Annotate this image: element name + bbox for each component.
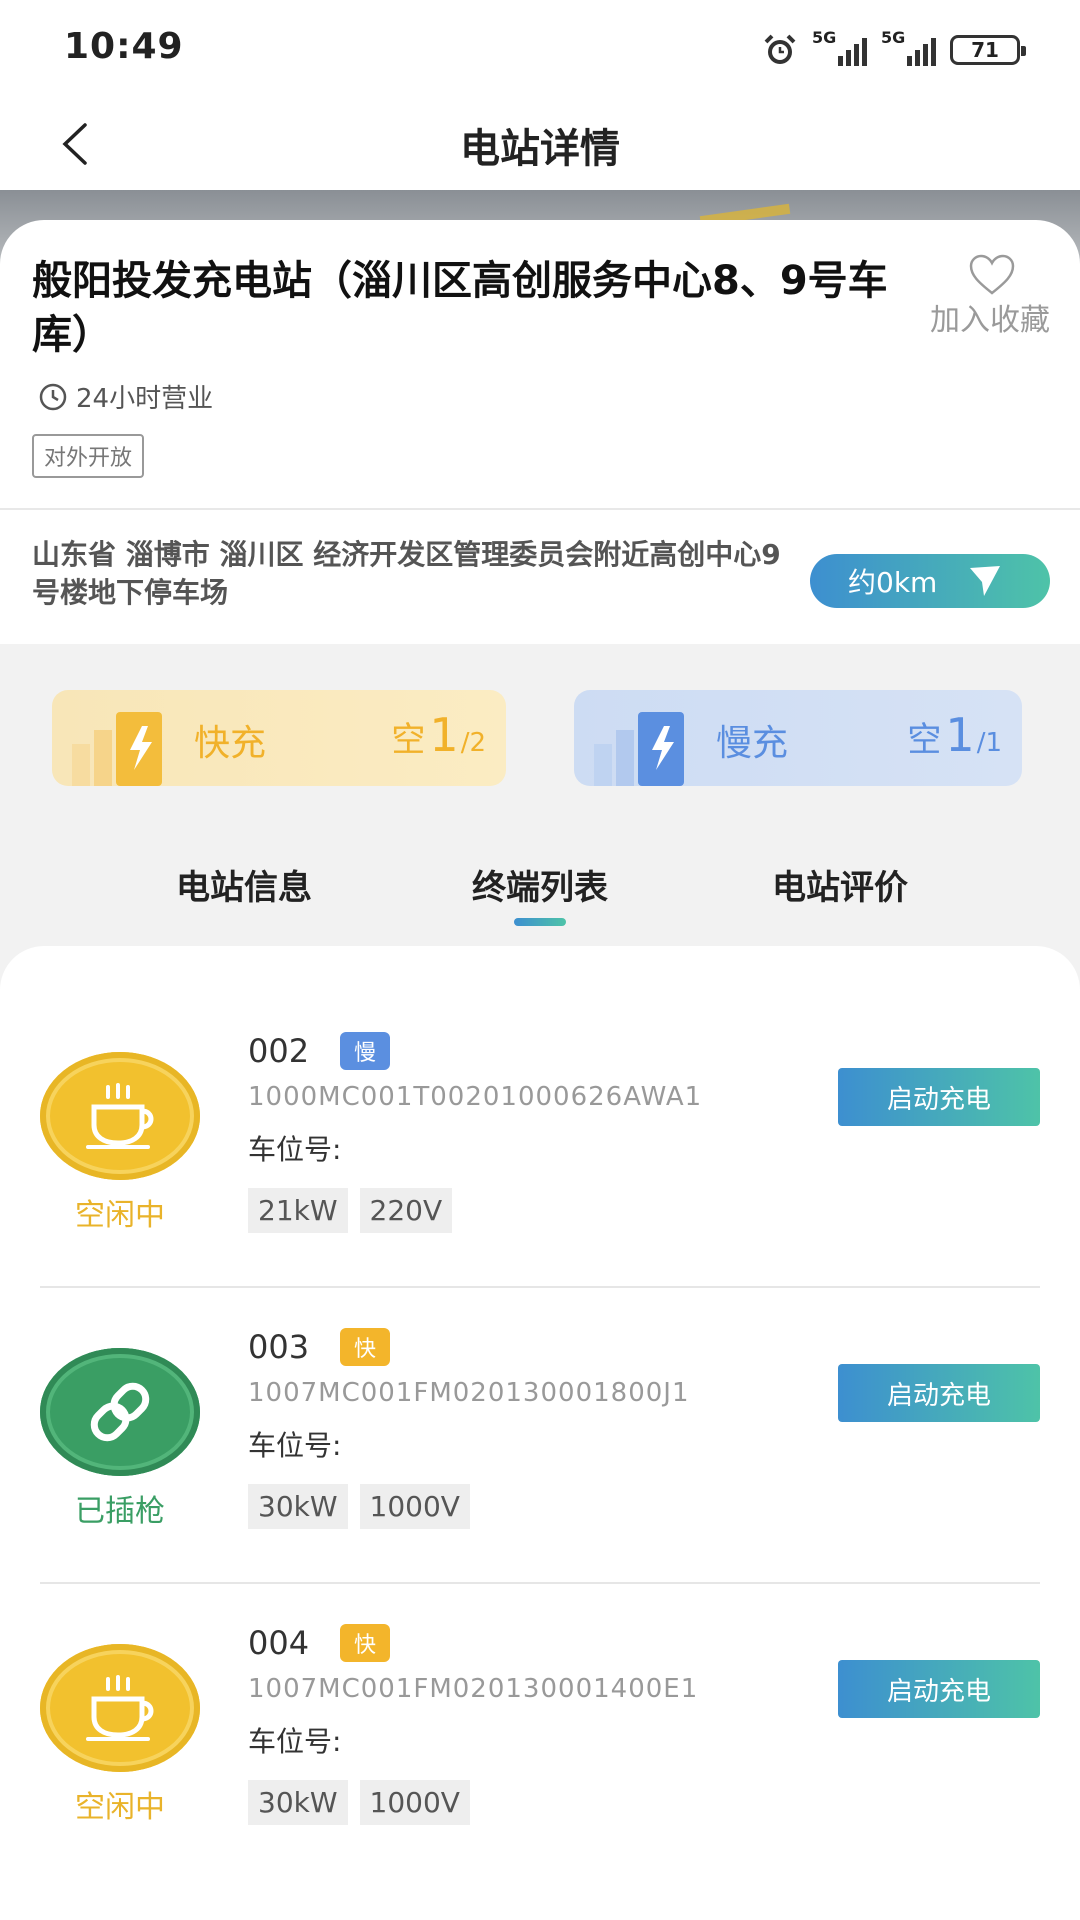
nav-bar: 电站详情 xyxy=(0,100,1080,190)
sim1-label: 5G xyxy=(812,28,837,47)
business-hours: 24小时营业 xyxy=(38,378,213,415)
status-circle xyxy=(40,1644,200,1772)
terminal-code: 1007MC001FM020130001800J1 xyxy=(248,1378,690,1408)
tab-station-reviews[interactable]: 电站评价 xyxy=(690,860,990,909)
status-circle xyxy=(40,1348,200,1476)
parking-spot-label: 车位号: xyxy=(248,1429,342,1462)
status-bar: 10:49 5G 5G 71 xyxy=(0,0,1080,100)
fast-charge-card[interactable]: 快充 空 1 /2 xyxy=(52,690,506,786)
battery-icon: 71 xyxy=(950,35,1026,65)
signal-sim1-icon: 5G xyxy=(812,28,867,66)
terminal-code: 1000MC001T00201000626AWA1 xyxy=(248,1082,703,1112)
link-icon xyxy=(90,1382,150,1442)
tab-terminal-list[interactable]: 终端列表 xyxy=(390,860,690,909)
divider xyxy=(40,1286,1040,1288)
terminal-number: 004 xyxy=(248,1624,310,1662)
page-title: 电站详情 xyxy=(460,126,620,172)
address-row: 山东省 淄博市 淄川区 经济开发区管理委员会附近高创中心9号楼地下停车场 约0k… xyxy=(0,508,1080,644)
station-address: 山东省 淄博市 淄川区 经济开发区管理委员会附近高创中心9号楼地下停车场 xyxy=(32,538,781,609)
divider xyxy=(40,1582,1040,1584)
active-tab-indicator xyxy=(514,918,566,926)
status-label: 空闲中 xyxy=(75,1198,165,1233)
station-name: 般阳投发充电站（淄川区高创服务中心8、9号车库） xyxy=(32,258,888,358)
fast-total-count: /2 xyxy=(460,728,486,758)
status-label: 空闲中 xyxy=(75,1790,165,1825)
spec-tags: 30kW 1000V xyxy=(248,1484,470,1529)
speed-badge: 快 xyxy=(340,1624,390,1662)
navigation-arrow-icon xyxy=(970,566,1001,596)
slow-charger-icon xyxy=(594,712,684,786)
alarm-clock-icon xyxy=(764,34,796,64)
open-status-tag: 对外开放 xyxy=(32,434,145,478)
hours-text: 24小时营业 xyxy=(76,384,214,414)
terminal-item[interactable]: 空闲中 002 慢 1000MC001T00201000626AWA1 车位号:… xyxy=(40,1012,1040,1308)
favorite-label: 加入收藏 xyxy=(930,303,1050,338)
voltage-tag: 220V xyxy=(359,1188,453,1233)
power-tag: 21kW xyxy=(248,1188,348,1233)
status-label: 已插枪 xyxy=(75,1494,165,1529)
slow-charge-count: 空 1 /1 xyxy=(907,708,1002,762)
parking-spot-label: 车位号: xyxy=(248,1725,342,1758)
terminal-number: 002 xyxy=(248,1032,310,1070)
favorite-button[interactable]: 加入收藏 xyxy=(930,254,1050,340)
fast-charge-count: 空 1 /2 xyxy=(391,708,486,762)
status-circle xyxy=(40,1052,200,1180)
status-time: 10:49 xyxy=(64,26,184,67)
clock-icon xyxy=(39,383,67,410)
coffee-cup-icon xyxy=(86,1675,154,1741)
terminal-status: 空闲中 xyxy=(40,1644,200,1826)
power-tag: 30kW xyxy=(248,1484,348,1529)
speed-badge: 慢 xyxy=(340,1032,390,1070)
heart-icon xyxy=(969,254,1015,295)
coffee-cup-icon xyxy=(86,1083,154,1149)
spec-tags: 30kW 1000V xyxy=(248,1780,470,1825)
fast-available-label: 空 xyxy=(391,720,426,760)
slow-available-label: 空 xyxy=(907,720,942,760)
slow-charge-card[interactable]: 慢充 空 1 /1 xyxy=(574,690,1022,786)
fast-charger-icon xyxy=(72,712,162,786)
start-charging-button[interactable]: 启动充电 xyxy=(838,1660,1040,1718)
start-charging-button[interactable]: 启动充电 xyxy=(838,1068,1040,1126)
voltage-tag: 1000V xyxy=(359,1484,470,1529)
slow-charge-label: 慢充 xyxy=(716,723,789,764)
terminal-number: 003 xyxy=(248,1328,310,1366)
distance-label: 约0km xyxy=(848,566,938,599)
terminal-item[interactable]: 空闲中 004 快 1007MC001FM020130001400E1 车位号:… xyxy=(40,1604,1040,1900)
start-charging-button[interactable]: 启动充电 xyxy=(838,1364,1040,1422)
slow-available-count: 1 xyxy=(945,708,975,762)
detail-tabs: 电站信息 终端列表 电站评价 xyxy=(0,860,1080,930)
spec-tags: 21kW 220V xyxy=(248,1188,453,1233)
slow-total-count: /1 xyxy=(976,728,1002,758)
terminal-code: 1007MC001FM020130001400E1 xyxy=(248,1674,699,1704)
power-tag: 30kW xyxy=(248,1780,348,1825)
station-card: 般阳投发充电站（淄川区高创服务中心8、9号车库） 加入收藏 24小时营业 对外开… xyxy=(0,220,1080,510)
terminal-list: 空闲中 002 慢 1000MC001T00201000626AWA1 车位号:… xyxy=(0,946,1080,1920)
speed-badge: 快 xyxy=(340,1328,390,1366)
fast-available-count: 1 xyxy=(429,708,459,762)
status-icons: 5G 5G 71 xyxy=(762,28,1026,70)
signal-sim2-icon: 5G xyxy=(881,28,936,66)
terminal-item[interactable]: 已插枪 003 快 1007MC001FM020130001800J1 车位号:… xyxy=(40,1308,1040,1604)
terminal-status: 已插枪 xyxy=(40,1348,200,1530)
fast-charge-label: 快充 xyxy=(194,723,267,764)
terminal-status: 空闲中 xyxy=(40,1052,200,1234)
tab-station-info[interactable]: 电站信息 xyxy=(94,860,394,909)
navigate-button[interactable]: 约0km xyxy=(810,554,1050,608)
parking-spot-label: 车位号: xyxy=(248,1133,342,1166)
sim2-label: 5G xyxy=(881,28,906,47)
voltage-tag: 1000V xyxy=(359,1780,470,1825)
battery-level: 71 xyxy=(971,38,999,62)
